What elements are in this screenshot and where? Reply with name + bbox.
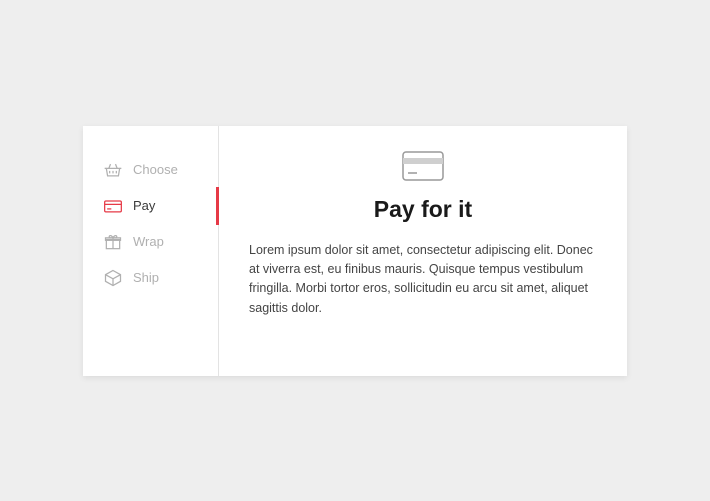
- tab-label: Ship: [133, 270, 159, 285]
- credit-card-icon: [103, 196, 123, 216]
- content-title: Pay for it: [374, 196, 472, 223]
- tab-choose[interactable]: Choose: [103, 152, 218, 188]
- tab-pay[interactable]: Pay: [103, 188, 218, 224]
- tab-label: Wrap: [133, 234, 164, 249]
- box-icon: [103, 268, 123, 288]
- gift-icon: [103, 232, 123, 252]
- tabs-sidebar: Choose Pay Wra: [83, 126, 219, 376]
- checkout-card: Choose Pay Wra: [83, 126, 627, 376]
- tab-label: Pay: [133, 198, 155, 213]
- tab-wrap[interactable]: Wrap: [103, 224, 218, 260]
- content-body: Lorem ipsum dolor sit amet, consectetur …: [249, 241, 597, 319]
- credit-card-icon: [401, 150, 445, 184]
- active-tab-indicator: [216, 187, 219, 225]
- tab-label: Choose: [133, 162, 178, 177]
- tab-ship[interactable]: Ship: [103, 260, 218, 296]
- tab-content: Pay for it Lorem ipsum dolor sit amet, c…: [219, 126, 627, 376]
- basket-icon: [103, 160, 123, 180]
